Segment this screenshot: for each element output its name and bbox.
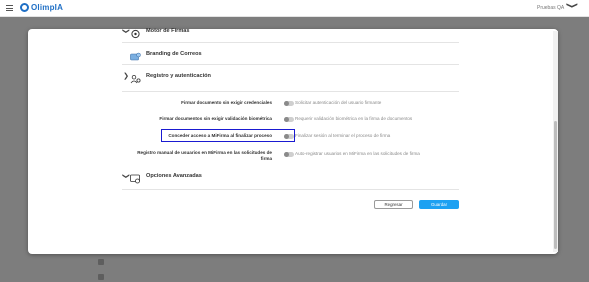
section-label: Opciones Avanzadas (146, 173, 202, 179)
signature-engine-icon (130, 26, 141, 39)
option-label-line: firma (260, 156, 272, 161)
section-label: Branding de Correos (146, 51, 202, 57)
back-button[interactable]: Regresar (374, 200, 413, 209)
option-description: Requerir validación biométrica en la fir… (295, 116, 413, 121)
toggle-switch[interactable] (284, 151, 294, 157)
hamburger-icon[interactable] (6, 5, 13, 11)
section-registro-autenticacion[interactable]: ❯ Registro y autenticación (122, 71, 211, 84)
option-label: Registro manual de usuarios en MiFirma e… (110, 150, 272, 162)
top-bar: OlimpIA Pruebas QA ❯ (0, 0, 589, 17)
section-motor-firmas[interactable]: ❯ Motor de Firmas (122, 26, 190, 39)
option-label: Conceder acceso a MiFirma al finalizar p… (168, 133, 272, 138)
option-description: Solicitar autenticación del usuario firm… (295, 100, 382, 105)
save-button[interactable]: Guardar (419, 200, 459, 209)
toggle-switch[interactable] (284, 133, 294, 139)
section-label: Motor de Firmas (146, 28, 190, 34)
logo-ring-icon (20, 3, 29, 12)
option-description: Auto-registrar usuarios en MiFirma en la… (295, 151, 420, 156)
divider (122, 64, 459, 65)
divider (122, 189, 459, 190)
option-label: Firmar documento sin exigir credenciales (181, 100, 272, 105)
modal-scrollbar-thumb[interactable] (554, 121, 557, 249)
registration-gear-icon (130, 71, 141, 84)
option-description: Finalizar sesión al terminar el proceso … (295, 133, 391, 138)
toggle-switch[interactable] (284, 100, 294, 106)
chevron-right-icon: ❯ (123, 73, 129, 80)
divider (122, 42, 459, 43)
backdrop-row-icon (98, 274, 104, 280)
toggle-switch[interactable] (284, 116, 294, 122)
divider (122, 91, 459, 92)
section-branding-correos[interactable]: Branding de Correos (130, 49, 202, 61)
logo-text: OlimpIA (31, 3, 64, 12)
advanced-options-icon (130, 171, 141, 184)
chevron-down-icon: ❯ (122, 28, 129, 34)
section-label: Registro y autenticación (146, 73, 211, 79)
backdrop-row-icon (98, 259, 104, 265)
option-label: Firmar documentos sin exigir validación … (159, 116, 272, 121)
email-branding-icon (130, 49, 141, 61)
chevron-down-icon: ❯ (122, 173, 129, 179)
chevron-down-icon[interactable]: ❯ (566, 2, 579, 9)
app-logo[interactable]: OlimpIA (20, 3, 63, 12)
user-name[interactable]: Pruebas QA (537, 5, 564, 11)
section-opciones-avanzadas[interactable]: ❯ Opciones Avanzadas (122, 171, 202, 184)
